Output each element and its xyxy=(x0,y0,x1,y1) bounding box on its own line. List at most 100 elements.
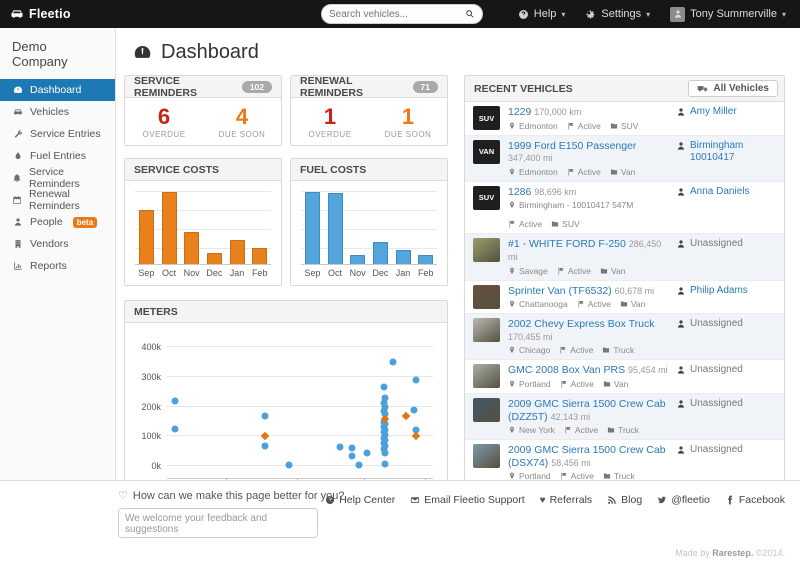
operator-person-icon xyxy=(676,445,686,480)
vehicle-row[interactable]: SUV1286 98,696 kmBirmingham - 10010417 5… xyxy=(465,182,784,235)
calendar-icon xyxy=(12,195,22,205)
sidebar-item-fuel-entries[interactable]: Fuel Entries xyxy=(0,145,115,167)
location-pin-icon xyxy=(508,380,516,388)
vehicle-row[interactable]: 2002 Chevy Express Box Truck 170,455 miC… xyxy=(465,314,784,360)
help-menu[interactable]: Help ▾ xyxy=(518,8,566,20)
user-name: Tony Summerville xyxy=(690,8,777,20)
bar xyxy=(328,193,343,264)
sidebar-item-reports[interactable]: Reports xyxy=(0,255,115,277)
panel-header: RENEWAL REMINDERS 71 xyxy=(291,76,447,98)
feedback-textarea[interactable] xyxy=(118,508,318,538)
sidebar-item-label: Renewal Reminders xyxy=(29,188,103,212)
vehicle-row[interactable]: 2009 GMC Sierra 1500 Crew Cab (DZZ5T) 42… xyxy=(465,394,784,440)
vehicle-row[interactable]: #1 - WHITE FORD F-250 286,450 miSavageAc… xyxy=(465,234,784,280)
vehicle-row[interactable]: SUV1229 170,000 kmEdmontonActiveSUVAmy M… xyxy=(465,102,784,136)
feedback-heading: How can we make this page better for you… xyxy=(133,490,345,502)
sidebar-item-vendors[interactable]: Vendors xyxy=(0,233,115,255)
status-flag-icon xyxy=(577,300,585,308)
x-tick-label: Jan xyxy=(226,268,249,278)
vehicle-group: Van xyxy=(611,266,626,276)
service-overdue-count[interactable]: 6 xyxy=(125,105,203,129)
vehicle-thumbnail: SUV xyxy=(473,186,500,210)
fleetio-logo[interactable]: Fleetio xyxy=(0,7,116,21)
sidebar-item-label: Reports xyxy=(30,260,67,272)
y-tick-label: 200k xyxy=(141,402,161,412)
vehicle-operator[interactable]: Amy Miller xyxy=(690,106,737,131)
vehicle-row[interactable]: Sprinter Van (TF6532) 60,678 miChattanoo… xyxy=(465,281,784,315)
y-tick-label: 300k xyxy=(141,372,161,382)
scatter-point xyxy=(286,462,293,469)
operator-person-icon xyxy=(676,187,686,230)
search-icon[interactable] xyxy=(465,9,475,19)
vehicle-photo xyxy=(473,444,500,468)
sidebar-item-service-reminders[interactable]: Service Reminders xyxy=(0,167,115,189)
sidebar-item-vehicles[interactable]: Vehicles xyxy=(0,101,115,123)
settings-menu[interactable]: Settings ▾ xyxy=(585,8,650,20)
footer-link-facebook[interactable]: Facebook xyxy=(725,494,785,506)
vehicle-row[interactable]: VAN1999 Ford E150 Passenger 347,400 miEd… xyxy=(465,136,784,182)
panel-header: FUEL COSTS xyxy=(291,159,447,181)
vehicle-photo xyxy=(473,238,500,262)
vehicle-operator[interactable]: Anna Daniels xyxy=(690,186,749,230)
footer-link--fleetio[interactable]: @fleetio xyxy=(657,494,710,506)
user-avatar xyxy=(670,7,685,22)
vehicle-operator[interactable]: Philip Adams xyxy=(690,285,748,310)
scatter-point xyxy=(390,359,397,366)
vehicle-row[interactable]: GMC 2008 Box Van PRS 95,454 miPortlandAc… xyxy=(465,360,784,394)
sidebar-item-renewal-reminders[interactable]: Renewal Reminders xyxy=(0,189,115,211)
location-pin-icon xyxy=(508,300,516,308)
caret-down-icon: ▾ xyxy=(782,8,786,20)
vehicle-link[interactable]: 1229 xyxy=(508,106,531,118)
vehicle-search[interactable] xyxy=(321,4,483,24)
vehicle-status: Active xyxy=(575,425,598,435)
footer-link-help-center[interactable]: Help Center xyxy=(325,494,395,506)
renewal-overdue-count[interactable]: 1 xyxy=(291,105,369,129)
footer-link-blog[interactable]: Blog xyxy=(607,494,642,506)
vehicle-link[interactable]: 2002 Chevy Express Box Truck xyxy=(508,318,654,330)
status-flag-icon xyxy=(564,426,572,434)
panel-title: SERVICE COSTS xyxy=(134,164,219,176)
vehicle-meta: New YorkActiveTruck xyxy=(508,425,668,435)
sidebar-item-people[interactable]: Peoplebeta xyxy=(0,211,115,233)
panel-title: RECENT VEHICLES xyxy=(474,83,688,95)
scatter-point xyxy=(348,445,355,452)
sidebar-item-dashboard[interactable]: Dashboard xyxy=(0,79,115,101)
vehicle-link[interactable]: GMC 2008 Box Van PRS xyxy=(508,364,625,376)
renewal-due-soon-count[interactable]: 1 xyxy=(369,105,447,129)
vehicle-photo xyxy=(473,364,500,388)
footer-link-label: Email Fleetio Support xyxy=(424,494,524,506)
vehicle-meta: EdmontonActiveVan xyxy=(508,167,668,177)
service-due-soon-count[interactable]: 4 xyxy=(203,105,281,129)
all-vehicles-button[interactable]: All Vehicles xyxy=(688,80,778,97)
vehicle-link[interactable]: 1999 Ford E150 Passenger xyxy=(508,140,636,152)
car-icon xyxy=(12,107,23,117)
user-menu[interactable]: Tony Summerville ▾ xyxy=(670,7,786,22)
vehicle-row[interactable]: 2009 GMC Sierra 1500 Crew Cab (DSX74) 58… xyxy=(465,440,784,480)
vehicle-status: Active xyxy=(570,345,593,355)
vehicle-meta: PortlandActiveTruck xyxy=(508,471,668,480)
footer-link-referrals[interactable]: ♥Referrals xyxy=(540,494,593,506)
scatter-point xyxy=(382,460,389,467)
x-tick-label: Nov xyxy=(180,268,203,278)
sidebar-item-service-entries[interactable]: Service Entries xyxy=(0,123,115,145)
made-by[interactable]: Made by Rarestep. ©2014. xyxy=(675,548,785,558)
search-input[interactable] xyxy=(329,9,465,20)
vehicle-link[interactable]: Sprinter Van (TF6532) xyxy=(508,285,612,297)
location-pin-icon xyxy=(508,122,516,130)
vehicle-link[interactable]: #1 - WHITE FORD F-250 xyxy=(508,238,626,250)
vehicle-operator[interactable]: Birmingham 10010417 xyxy=(690,140,776,177)
vehicle-status: Active xyxy=(578,121,601,131)
group-folder-icon xyxy=(551,220,559,228)
vehicle-group: Van xyxy=(631,299,646,309)
vehicle-meta: SavageActiveVan xyxy=(508,266,668,276)
report-chart-icon xyxy=(12,261,23,271)
operator-person-icon xyxy=(676,141,686,177)
status-flag-icon xyxy=(567,122,575,130)
vehicle-group: SUV xyxy=(562,219,579,229)
vehicle-link[interactable]: 1286 xyxy=(508,186,531,198)
scatter-point-diamond xyxy=(261,432,269,440)
y-tick-label: 100k xyxy=(141,431,161,441)
x-tick-label: Jan xyxy=(392,268,415,278)
footer-link-email-fleetio-support[interactable]: Email Fleetio Support xyxy=(410,494,524,506)
footer-link-label: Help Center xyxy=(339,494,395,506)
